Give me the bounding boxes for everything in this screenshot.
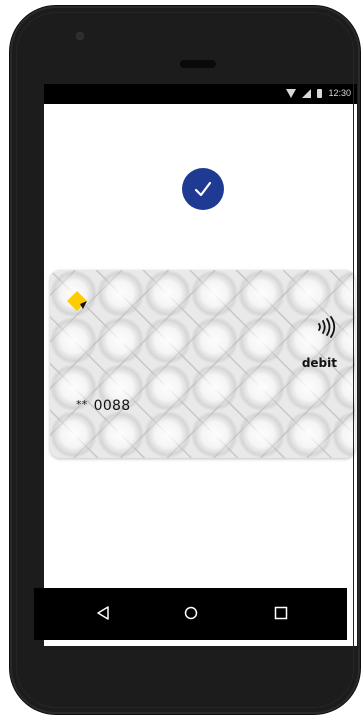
card-type-label: debit xyxy=(301,356,337,370)
phone-frame: 12:30 debit ** 0088 xyxy=(10,6,360,714)
card-number-mask: ** xyxy=(76,398,88,411)
android-nav-bar xyxy=(34,588,347,640)
back-triangle-icon xyxy=(97,606,109,620)
cellular-signal-icon xyxy=(302,88,312,98)
home-button[interactable] xyxy=(180,602,202,624)
contactless-icon xyxy=(318,316,336,338)
app-stage: 12:30 debit ** 0088 xyxy=(0,0,363,716)
front-camera xyxy=(76,32,84,40)
earpiece-speaker xyxy=(180,60,216,68)
home-circle-icon xyxy=(184,606,198,620)
card-number: ** 0088 xyxy=(76,398,130,414)
status-icons: 12:30 xyxy=(286,88,351,98)
phone-screen: 12:30 debit ** 0088 xyxy=(44,84,357,646)
back-button[interactable] xyxy=(92,602,114,624)
card-last-four: 0088 xyxy=(93,398,131,414)
checkmark-icon xyxy=(194,181,212,197)
battery-icon xyxy=(317,88,323,98)
wifi-icon xyxy=(286,88,297,98)
payment-card[interactable]: debit ** 0088 xyxy=(50,270,355,458)
recents-button[interactable] xyxy=(270,602,292,624)
status-bar: 12:30 xyxy=(44,84,357,104)
recents-square-icon xyxy=(274,606,288,620)
payment-success-badge xyxy=(182,168,224,210)
bank-diamond-logo xyxy=(67,291,87,311)
status-time: 12:30 xyxy=(328,88,351,98)
